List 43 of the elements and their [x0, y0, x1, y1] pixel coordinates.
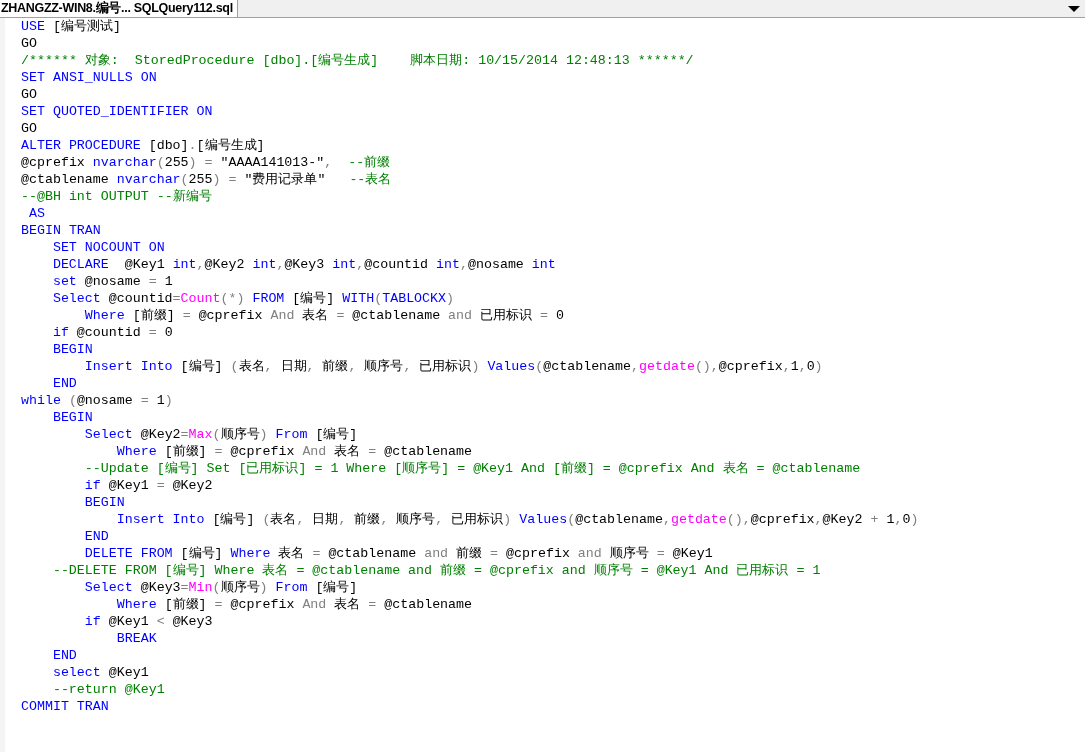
- code-line: SET QUOTED_IDENTIFIER ON: [21, 103, 213, 120]
- dropdown-icon[interactable]: [1067, 4, 1081, 13]
- code-line: --return @Key1: [52, 681, 165, 698]
- code-line: USE [编号测试]: [21, 18, 121, 35]
- code-line: AS: [28, 205, 45, 222]
- code-line: BREAK: [116, 630, 157, 647]
- code-line: if @countid = 0: [52, 324, 173, 341]
- code-line: select @Key1: [52, 664, 149, 681]
- code-line: ALTER PROCEDURE [dbo].[编号生成]: [21, 137, 265, 154]
- code-line: /****** 对象: StoredProcedure [dbo].[编号生成] 脚本日期: 10/15/2014 12:48:13 ******/: [21, 52, 694, 69]
- code-line: SET ANSI_NULLS ON: [21, 69, 157, 86]
- code-line: if @Key1 = @Key2: [84, 477, 213, 494]
- code-line: --Update [编号] Set [已用标识] = 1 Where [顺序号] = @Key1 And [前缀] = @cprefix And 表名 = @ctablename: [84, 460, 861, 477]
- code-line: set @nosame = 1: [52, 273, 173, 290]
- code-line: BEGIN: [52, 341, 93, 358]
- code-line: GO: [21, 35, 37, 52]
- code-line: Insert Into [编号] (表名, 日期, 前缀, 顺序号, 已用标识) Values(@ctablename,getdate(),@cprefix,1,0): [84, 358, 823, 375]
- code-line: BEGIN: [52, 409, 93, 426]
- code-line: GO: [21, 86, 37, 103]
- code-line: if @Key1 < @Key3: [84, 613, 213, 630]
- code-line: Where [前缀] = @cprefix And 表名 = @ctablename: [116, 443, 473, 460]
- document-tab[interactable]: ZHANGZZ-WIN8.编号... SQLQuery112.sql: [0, 0, 238, 17]
- code-line: BEGIN TRAN: [21, 222, 101, 239]
- code-line: DELETE FROM [编号] Where 表名 = @ctablename and 前缀 = @cprefix and 顺序号 = @Key1: [84, 545, 713, 562]
- code-line: DECLARE @Key1 int,@Key2 int,@Key3 int,@countid int,@nosame int: [52, 256, 556, 273]
- code-line: Select @Key3=Min(顺序号) From [编号]: [84, 579, 358, 596]
- code-line: while (@nosame = 1): [21, 392, 173, 409]
- code-line: --@BH int OUTPUT --新编号: [21, 188, 212, 205]
- code-line: END: [52, 647, 77, 664]
- code-line: END: [52, 375, 77, 392]
- code-line: Where [前缀] = @cprefix And 表名 = @ctablename and 已用标识 = 0: [84, 307, 564, 324]
- code-line: BEGIN: [84, 494, 125, 511]
- code-line: --DELETE FROM [编号] Where 表名 = @ctablename and 前缀 = @cprefix and 顺序号 = @Key1 And 已用标识 = 1: [52, 562, 821, 579]
- code-line: Where [前缀] = @cprefix And 表名 = @ctablename: [116, 596, 473, 613]
- code-line: GO: [21, 120, 37, 137]
- code-line: SET NOCOUNT ON: [52, 239, 165, 256]
- code-line: Insert Into [编号] (表名, 日期, 前缀, 顺序号, 已用标识) Values(@ctablename,getdate(),@cprefix,@Key2 + 1,0): [116, 511, 919, 528]
- code-line: @cprefix nvarchar(255) = "AAAA141013-", --前缀: [21, 154, 391, 171]
- code-line: END: [84, 528, 109, 545]
- code-line: Select @Key2=Max(顺序号) From [编号]: [84, 426, 358, 443]
- code-line: COMMIT TRAN: [21, 698, 109, 715]
- code-line: Select @countid=Count(*) FROM [编号] WITH(TABLOCKX): [52, 290, 454, 307]
- code-line: @ctablename nvarchar(255) = "费用记录单" --表名: [21, 171, 392, 188]
